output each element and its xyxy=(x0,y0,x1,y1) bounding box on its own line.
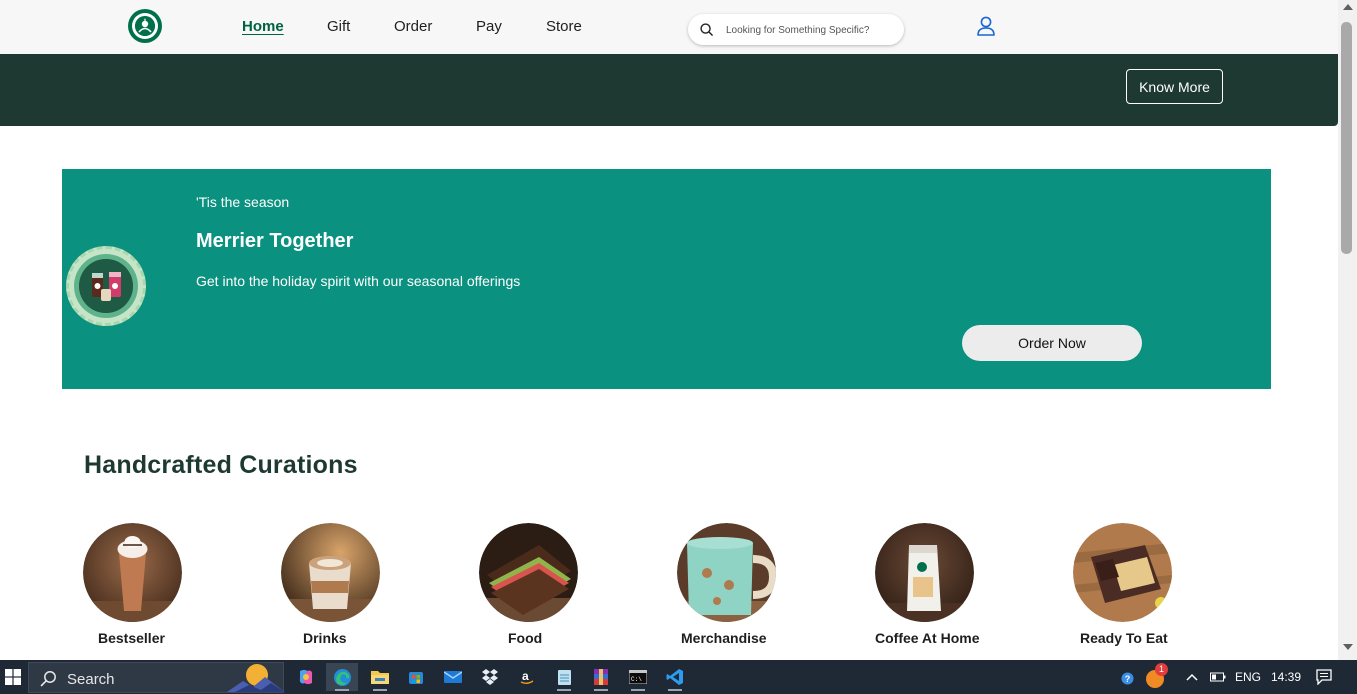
site-header: Home Gift Order Pay Store xyxy=(0,0,1338,54)
nav-gift[interactable]: Gift xyxy=(327,18,350,35)
food-image xyxy=(479,523,578,622)
help-icon[interactable]: ? xyxy=(1121,672,1134,685)
taskbar-amazon[interactable]: a xyxy=(511,663,543,691)
taskbar-copilot[interactable] xyxy=(290,663,322,691)
taskbar-edge[interactable] xyxy=(326,663,358,691)
taskbar-mail[interactable] xyxy=(437,663,469,691)
category-food[interactable]: Food xyxy=(479,523,579,646)
start-button[interactable] xyxy=(0,660,26,694)
hero-band: Know More xyxy=(0,54,1338,126)
svg-text:C:\: C:\ xyxy=(631,676,642,683)
know-more-button[interactable]: Know More xyxy=(1126,69,1223,104)
ready-to-eat-image xyxy=(1073,523,1172,622)
browser-page: Home Gift Order Pay Store Know More xyxy=(0,0,1357,694)
siren-icon xyxy=(135,16,155,36)
drinks-image xyxy=(281,523,380,622)
promo-description: Get into the holiday spirit with our sea… xyxy=(196,273,521,289)
search-icon xyxy=(40,671,56,687)
chevron-up-icon[interactable] xyxy=(1186,673,1198,681)
order-now-button[interactable]: Order Now xyxy=(962,325,1142,361)
seasonal-drinks-badge xyxy=(66,246,146,326)
tray-app-notification[interactable]: 1 xyxy=(1145,663,1168,688)
nav-store[interactable]: Store xyxy=(546,18,582,35)
clock[interactable]: 14:39 xyxy=(1271,670,1301,684)
svg-text:?: ? xyxy=(1125,674,1131,684)
taskbar-store[interactable] xyxy=(400,663,432,691)
category-ready-to-eat[interactable]: Ready To Eat xyxy=(1073,523,1173,646)
battery-icon[interactable] xyxy=(1210,671,1226,683)
nav-pay[interactable]: Pay xyxy=(476,18,502,35)
merchandise-image xyxy=(677,523,778,622)
category-coffee-at-home[interactable]: Coffee At Home xyxy=(875,523,980,646)
taskbar-dropbox[interactable] xyxy=(474,663,506,691)
taskbar-terminal[interactable]: C:\ xyxy=(622,663,654,691)
windows-taskbar: Search a C:\ ? 1 ENG 14:39 xyxy=(0,660,1357,694)
taskbar-winrar[interactable] xyxy=(585,663,617,691)
mail-icon xyxy=(444,671,462,683)
category-bestseller[interactable]: Bestseller xyxy=(83,523,183,646)
starbucks-logo[interactable] xyxy=(128,9,162,43)
language-indicator[interactable]: ENG xyxy=(1235,670,1261,684)
taskbar-search-label: Search xyxy=(67,671,115,688)
category-label: Food xyxy=(508,630,543,646)
category-drinks[interactable]: Drinks xyxy=(281,523,381,646)
dropbox-icon xyxy=(482,669,498,685)
edge-browser-icon xyxy=(333,668,351,686)
nav-order[interactable]: Order xyxy=(394,18,432,35)
scroll-down-arrow-icon[interactable] xyxy=(1343,644,1353,650)
web-viewport: Home Gift Order Pay Store Know More xyxy=(0,0,1338,660)
search-highlight-icon xyxy=(227,664,285,692)
seasonal-cups-image xyxy=(79,259,133,313)
promo-eyebrow: 'Tis the season xyxy=(196,194,290,210)
scroll-thumb[interactable] xyxy=(1341,22,1352,254)
amazon-icon: a xyxy=(520,669,534,684)
promo-title: Merrier Together xyxy=(196,230,354,252)
coffee-at-home-image xyxy=(875,523,974,622)
archive-icon xyxy=(594,669,608,685)
terminal-icon: C:\ xyxy=(629,670,647,684)
vertical-scrollbar[interactable] xyxy=(1338,0,1357,660)
category-label: Bestseller xyxy=(98,630,165,646)
taskbar-file-explorer[interactable] xyxy=(364,663,396,691)
search-input[interactable] xyxy=(726,21,896,39)
category-label: Drinks xyxy=(303,630,347,646)
copilot-icon xyxy=(299,669,313,685)
category-label: Ready To Eat xyxy=(1080,630,1168,646)
vscode-icon xyxy=(666,669,683,685)
user-account-icon[interactable] xyxy=(975,15,997,37)
taskbar-notepad[interactable] xyxy=(548,663,580,691)
taskbar-search[interactable]: Search xyxy=(28,662,285,693)
search-icon xyxy=(700,23,713,36)
notepad-icon xyxy=(557,670,571,685)
category-merchandise[interactable]: Merchandise xyxy=(677,523,778,646)
windows-logo-icon xyxy=(5,669,21,685)
notification-count-badge: 1 xyxy=(1155,663,1168,676)
scroll-up-arrow-icon[interactable] xyxy=(1343,4,1353,10)
svg-text:a: a xyxy=(522,669,529,683)
taskbar-vscode[interactable] xyxy=(659,663,691,691)
category-label: Coffee At Home xyxy=(875,630,980,646)
bestseller-image xyxy=(83,523,182,622)
search-box[interactable] xyxy=(688,14,904,45)
section-title: Handcrafted Curations xyxy=(84,451,358,479)
action-center-icon[interactable] xyxy=(1316,669,1332,685)
store-icon xyxy=(409,672,423,684)
folder-icon xyxy=(371,671,389,684)
category-label: Merchandise xyxy=(681,630,767,646)
promo-banner: 'Tis the season Merrier Together Get int… xyxy=(62,169,1271,389)
nav-home[interactable]: Home xyxy=(242,18,284,35)
